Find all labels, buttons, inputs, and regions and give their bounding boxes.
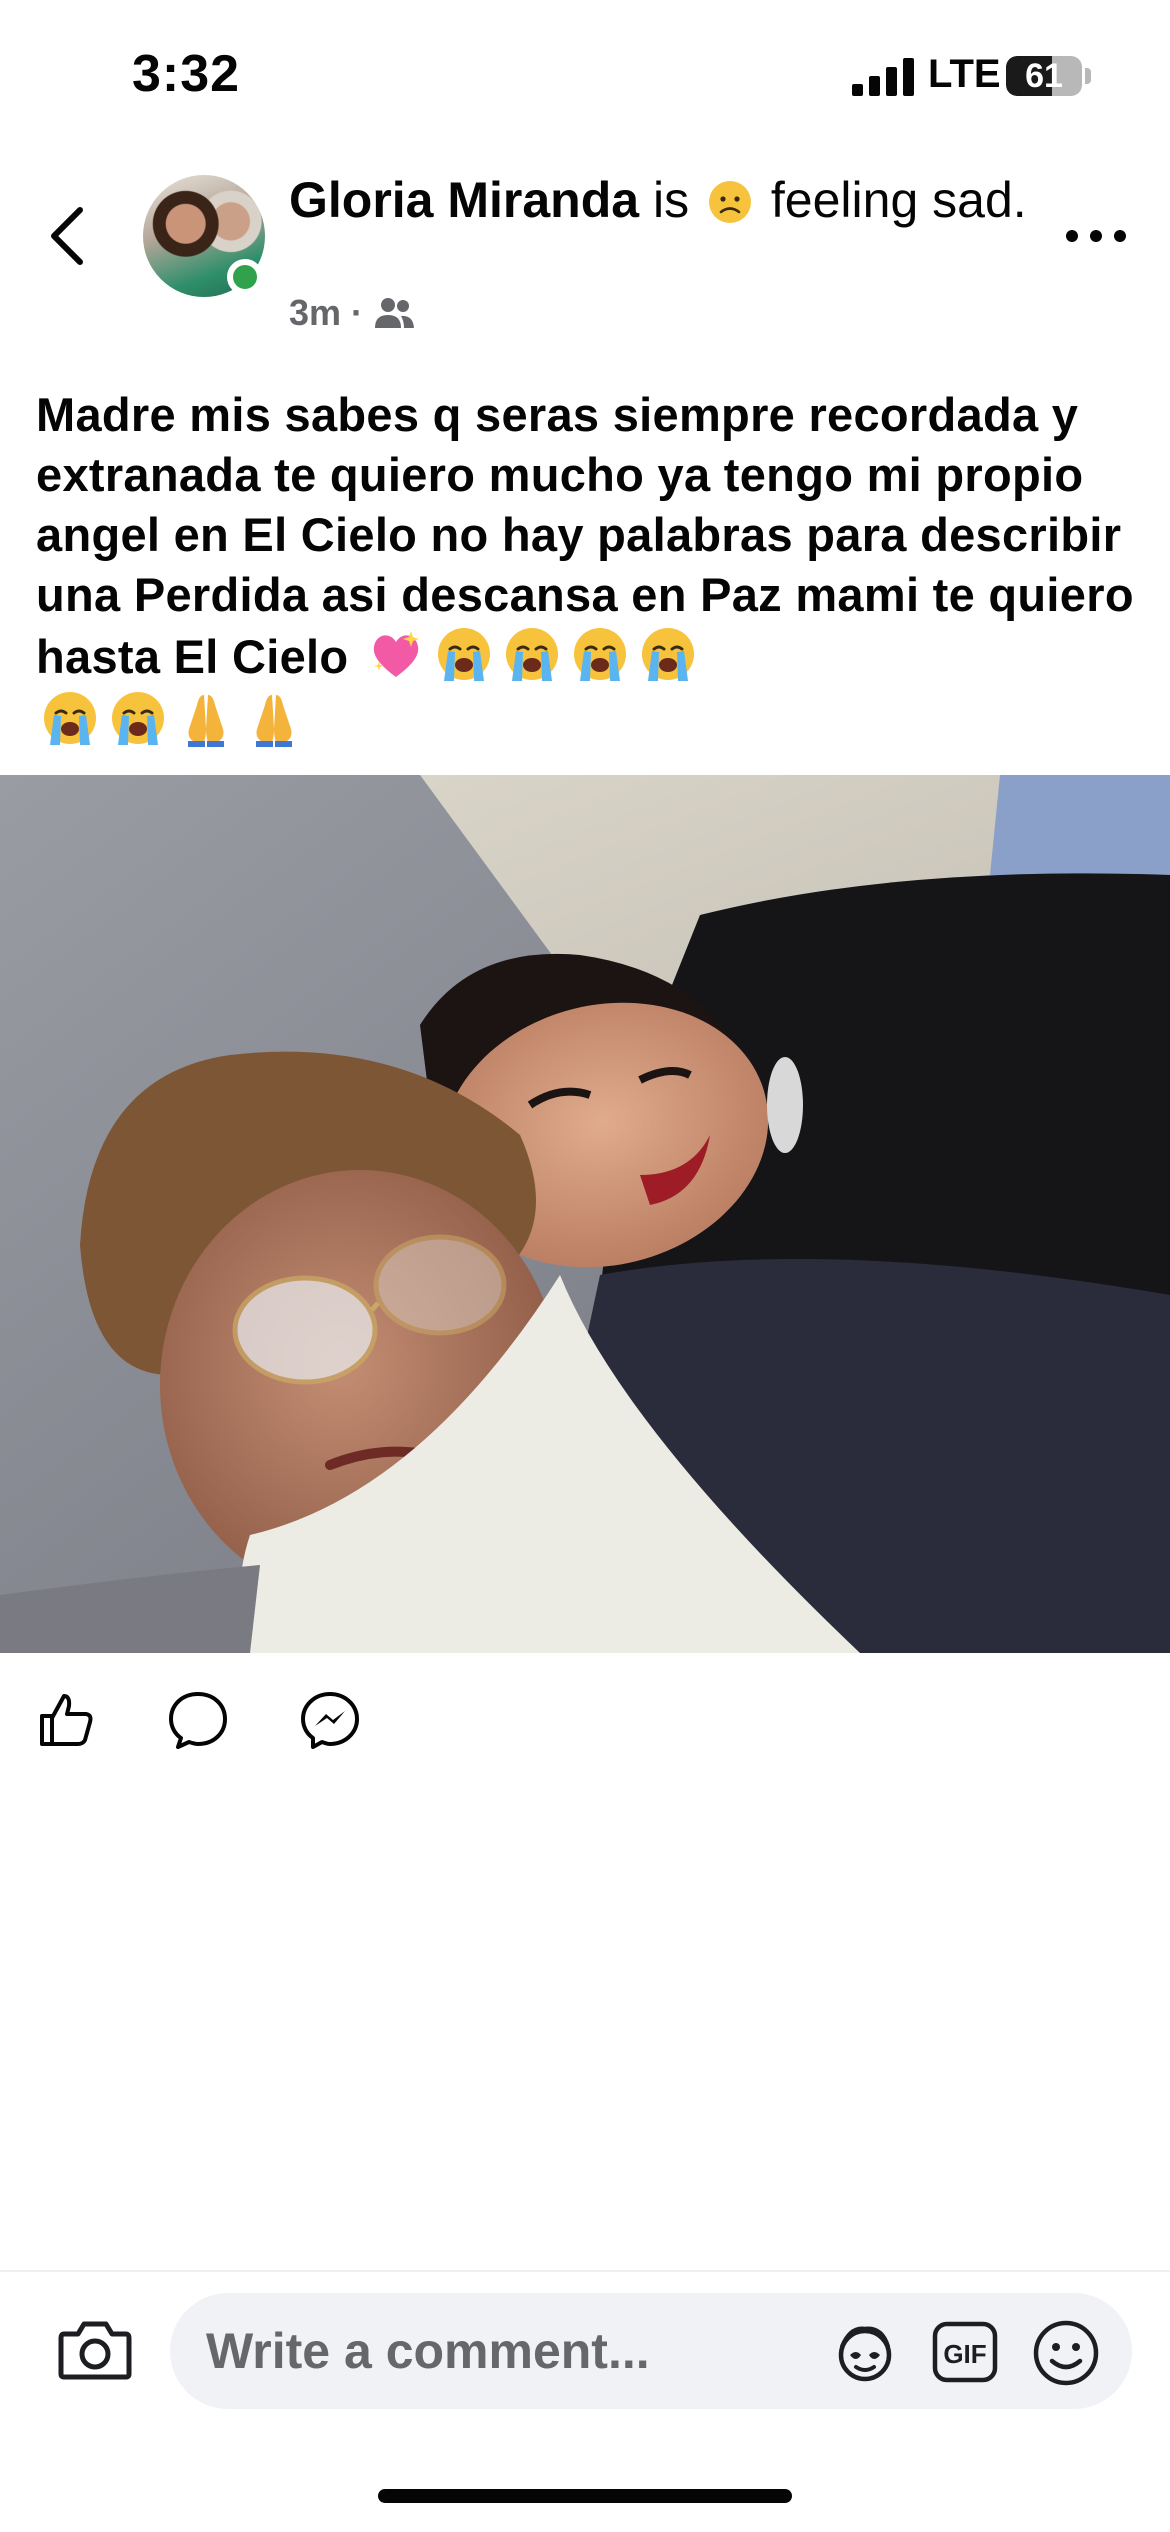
author-name[interactable]: Gloria Miranda — [289, 172, 639, 228]
sad-face-icon — [709, 181, 751, 223]
post-actions — [0, 1690, 1170, 1750]
post-text: Madre mis sabes q seras siempre recordad… — [36, 385, 1146, 751]
loudly-crying-face-icon — [573, 628, 626, 681]
folded-hands-icon — [256, 695, 292, 747]
post-time[interactable]: 3m — [289, 292, 341, 334]
battery-icon: 61 — [1006, 56, 1082, 96]
comment-icon[interactable] — [168, 1690, 228, 1750]
back-button[interactable] — [38, 196, 98, 276]
home-indicator — [378, 2489, 792, 2503]
comment-placeholder: Write a comment... — [206, 2323, 650, 2379]
emoji-group-2 — [36, 689, 1146, 751]
photo-illustration — [0, 775, 1170, 1653]
folded-hands-icon — [188, 695, 224, 747]
sparkling-heart-icon — [373, 631, 419, 677]
signal-icon — [852, 58, 914, 96]
meta-separator: · — [351, 292, 364, 333]
loudly-crying-face-icon — [112, 692, 164, 745]
post-photo[interactable] — [0, 775, 1170, 1653]
battery-level: 61 — [1025, 57, 1063, 95]
network-label: LTE — [928, 52, 1001, 96]
friends-icon — [375, 298, 415, 328]
gif-icon[interactable]: GIF — [932, 2321, 998, 2383]
online-status-dot — [227, 259, 263, 295]
post-meta: 3m · — [289, 292, 415, 334]
loudly-crying-face-icon — [44, 692, 96, 745]
comment-input[interactable]: Write a comment... GIF — [170, 2293, 1132, 2409]
camera-icon[interactable] — [58, 2318, 132, 2380]
post-headline: Gloria Miranda is feeling sad. — [289, 170, 1029, 230]
loudly-crying-face-icon — [437, 628, 490, 681]
loudly-crying-face-icon — [505, 628, 558, 681]
feeling-text: feeling sad. — [770, 172, 1027, 228]
more-options-icon[interactable] — [1064, 222, 1128, 250]
battery-cap — [1085, 68, 1091, 84]
loudly-crying-face-icon — [641, 628, 694, 681]
emoji-group — [362, 628, 702, 683]
messenger-icon[interactable] — [300, 1690, 360, 1750]
avatar-sticker-icon[interactable] — [830, 2323, 900, 2383]
feeling-prefix: is — [652, 172, 690, 228]
status-time: 3:32 — [132, 45, 241, 103]
like-icon[interactable] — [36, 1690, 96, 1750]
status-bar: 3:32 LTE 61 — [0, 0, 1170, 150]
emoji-icon[interactable] — [1032, 2319, 1100, 2387]
gif-label: GIF — [943, 2339, 986, 2369]
